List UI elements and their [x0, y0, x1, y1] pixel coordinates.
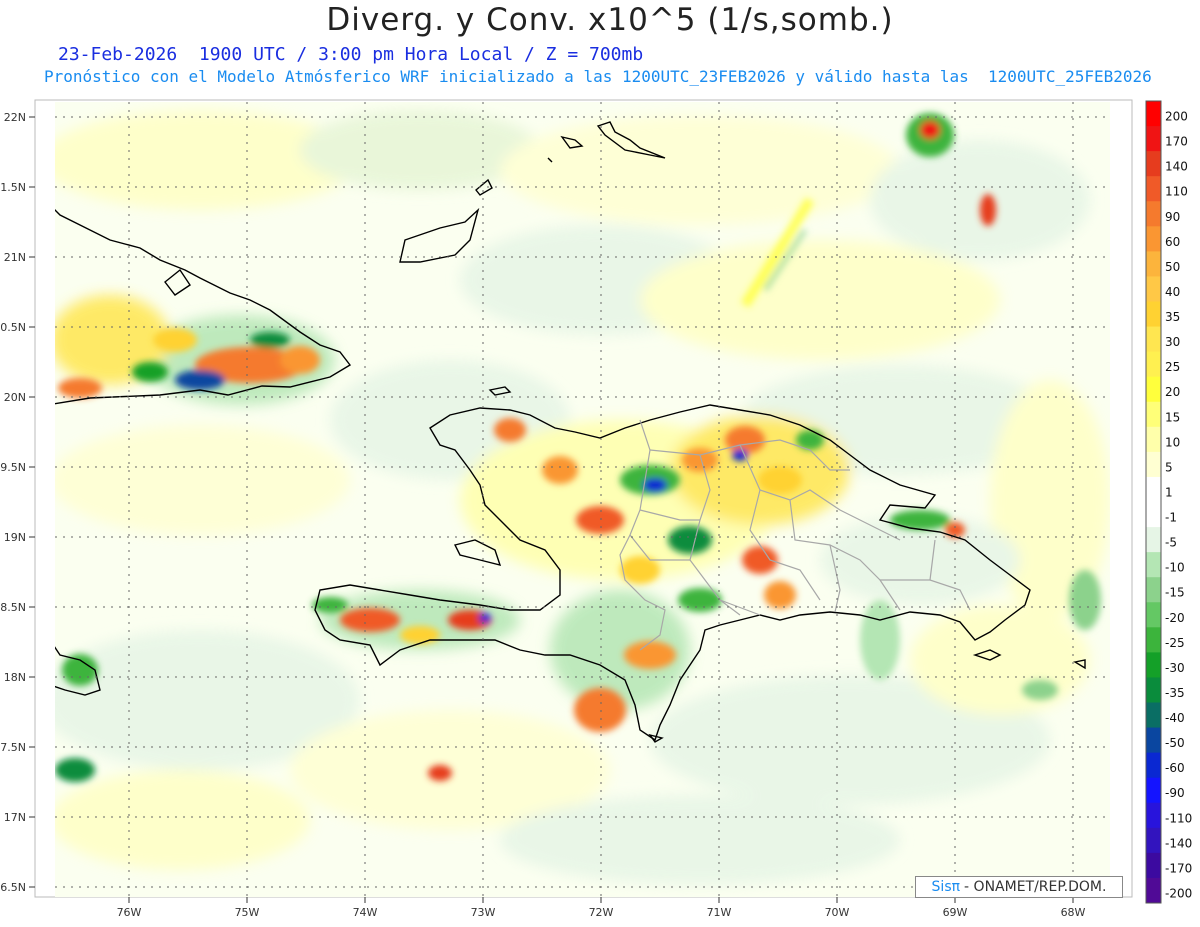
- colorbar-label: 25: [1165, 360, 1180, 374]
- colorbar-swatch: [1146, 677, 1161, 703]
- lon-label: 74W: [353, 906, 378, 919]
- colorbar: 200 170 140 110 90 60 50 40 35 30 25 20 15 10 5 1 -1 -5 -1…: [1145, 100, 1192, 904]
- colorbar-swatch: [1146, 502, 1161, 528]
- colorbar-label: -5: [1165, 536, 1177, 550]
- colorbar-swatch: [1146, 251, 1161, 277]
- colorbar-label: -140: [1165, 836, 1192, 850]
- valid-time-line: 23-Feb-2026 1900 UTC / 3:00 pm Hora Loca…: [58, 44, 644, 65]
- colorbar-label: -30: [1165, 661, 1185, 675]
- colorbar-swatch: [1146, 151, 1161, 177]
- colorbar-swatch: [1146, 476, 1161, 503]
- colorbar-swatch: [1146, 401, 1161, 428]
- colorbar-swatch: [1146, 126, 1161, 152]
- map-title: Diverg. y Conv. x10^5 (1/s,somb.): [326, 2, 894, 38]
- credit-org: - ONAMET/REP.DOM.: [964, 879, 1107, 895]
- colorbar-label: -50: [1165, 736, 1185, 750]
- colorbar-label: -200: [1165, 886, 1192, 900]
- colorbar-label: 60: [1165, 235, 1180, 249]
- colorbar-swatch: [1146, 827, 1161, 854]
- sis-logo-text: Sisπ: [931, 879, 961, 895]
- colorbar-swatch: [1146, 276, 1161, 302]
- lat-label: 20N: [4, 391, 26, 404]
- colorbar-label: -110: [1165, 811, 1192, 825]
- colorbar-swatch: [1146, 226, 1161, 252]
- colorbar-label: 15: [1165, 410, 1180, 424]
- colorbar-swatch: [1146, 802, 1161, 829]
- colorbar-label: 40: [1165, 285, 1180, 299]
- lat-label: 21.5N: [0, 181, 26, 194]
- colorbar-swatch: [1146, 451, 1161, 478]
- forecast-map: 22N 21.5N 21N 20.5N 20N 19.5N 19N 18.5N 18N 17.5N…: [0, 99, 1192, 919]
- colorbar-swatch: [1146, 326, 1161, 353]
- lon-label: 68W: [1061, 906, 1086, 919]
- colorbar-swatch: [1146, 426, 1161, 453]
- lat-label: 19N: [4, 531, 26, 544]
- colorbar-label: -40: [1165, 711, 1185, 725]
- colorbar-swatch: [1146, 301, 1161, 328]
- lat-label: 20.5N: [0, 321, 26, 334]
- divergence-field: [55, 102, 1110, 897]
- colorbar-swatch: [1146, 727, 1161, 754]
- colorbar-label: 5: [1165, 460, 1173, 474]
- colorbar-swatch: [1146, 376, 1161, 403]
- colorbar-swatch: [1146, 552, 1161, 578]
- colorbar-label: 10: [1165, 435, 1180, 449]
- lon-label: 73W: [471, 906, 496, 919]
- lat-label: 16.5N: [0, 881, 26, 894]
- colorbar-label: -20: [1165, 611, 1185, 625]
- colorbar-label: 90: [1165, 210, 1180, 224]
- lat-label: 17N: [4, 811, 26, 824]
- colorbar-label: -10: [1165, 561, 1185, 575]
- lat-label: 17.5N: [0, 741, 26, 754]
- lon-label: 71W: [707, 906, 732, 919]
- lat-label: 19.5N: [0, 461, 26, 474]
- lat-label: 18N: [4, 671, 26, 684]
- colorbar-label: 35: [1165, 310, 1180, 324]
- colorbar-label: 200: [1165, 110, 1188, 124]
- lat-label: 18.5N: [0, 601, 26, 614]
- longitude-labels: 76W 75W 74W 73W 72W 71W 70W 69W 68W: [117, 897, 1086, 919]
- colorbar-swatch: [1146, 527, 1161, 553]
- colorbar-label: -90: [1165, 786, 1185, 800]
- credit-box: Sisπ - ONAMET/REP.DOM.: [915, 876, 1123, 898]
- colorbar-label: 170: [1165, 135, 1188, 149]
- lat-label: 22N: [4, 111, 26, 124]
- colorbar-label: 110: [1165, 185, 1188, 199]
- colorbar-swatch: [1146, 577, 1161, 603]
- colorbar-swatch: [1146, 602, 1161, 628]
- model-run-line: Pronóstico con el Modelo Atmósferico WRF…: [44, 67, 1152, 86]
- latitude-labels: 22N 21.5N 21N 20.5N 20N 19.5N 19N 18.5N 18N 17.5N…: [0, 111, 35, 894]
- colorbar-swatch: [1146, 351, 1161, 378]
- colorbar-swatch: [1146, 652, 1161, 678]
- colorbar-label: -35: [1165, 686, 1185, 700]
- colorbar-label: 1: [1165, 485, 1173, 499]
- colorbar-swatch: [1146, 877, 1161, 904]
- lat-label: 21N: [4, 251, 26, 264]
- colorbar-label: -15: [1165, 586, 1185, 600]
- colorbar-label: 140: [1165, 160, 1188, 174]
- colorbar-label: 20: [1165, 385, 1180, 399]
- colorbar-label: -60: [1165, 761, 1185, 775]
- lon-label: 76W: [117, 906, 142, 919]
- lon-label: 75W: [235, 906, 260, 919]
- colorbar-swatch: [1146, 201, 1161, 227]
- colorbar-label: -170: [1165, 861, 1192, 875]
- colorbar-label: 30: [1165, 335, 1180, 349]
- colorbar-swatch: [1146, 176, 1161, 202]
- colorbar-label: 50: [1165, 260, 1180, 274]
- lon-label: 70W: [825, 906, 850, 919]
- lon-label: 69W: [943, 906, 968, 919]
- colorbar-swatch: [1146, 101, 1161, 127]
- colorbar-swatch: [1146, 702, 1161, 729]
- colorbar-swatch: [1146, 852, 1161, 879]
- lon-label: 72W: [589, 906, 614, 919]
- colorbar-label: -25: [1165, 636, 1185, 650]
- colorbar-swatch: [1146, 777, 1161, 804]
- colorbar-label: -1: [1165, 511, 1177, 525]
- colorbar-swatch: [1146, 627, 1161, 653]
- colorbar-swatch: [1146, 752, 1161, 779]
